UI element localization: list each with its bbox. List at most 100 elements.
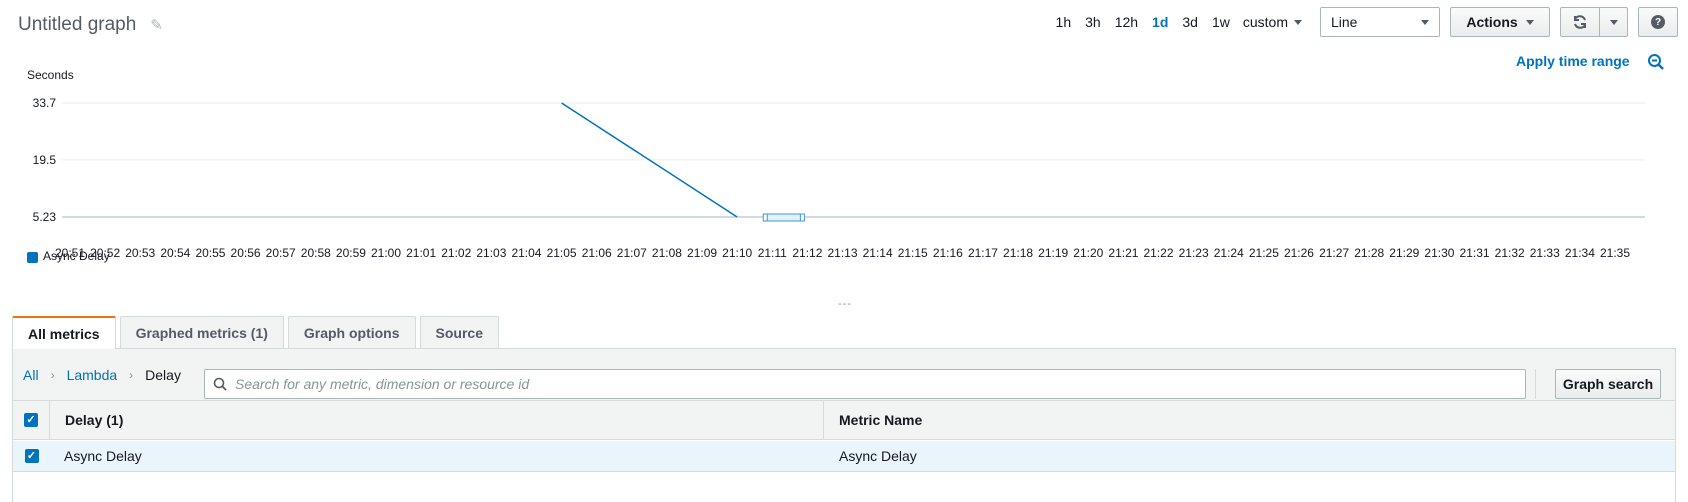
- x-tick-label: 21:13: [827, 246, 857, 260]
- select-all-cell: ✓: [13, 401, 50, 439]
- graph-title-text: Untitled graph: [18, 14, 137, 35]
- x-tick-label: 21:32: [1495, 246, 1525, 260]
- actions-label: Actions: [1466, 14, 1518, 30]
- tab-graph-options[interactable]: Graph options: [287, 316, 416, 348]
- metrics-tabs: All metrics Graphed metrics (1) Graph op…: [12, 316, 499, 349]
- x-tick-label: 21:10: [722, 246, 752, 260]
- select-all-checkbox[interactable]: ✓: [24, 413, 38, 427]
- tab-source[interactable]: Source: [419, 316, 499, 348]
- y-axis-label: Seconds: [27, 68, 74, 82]
- x-tick-label: 21:04: [511, 246, 541, 260]
- caret-down-icon: [1609, 19, 1618, 25]
- x-tick-label: 21:33: [1530, 246, 1560, 260]
- pencil-icon[interactable]: ✎: [150, 16, 163, 34]
- time-range-selector: 1h 3h 12h 1d 3d 1w custom: [1049, 14, 1308, 30]
- refresh-interval-dropdown[interactable]: [1600, 7, 1628, 37]
- graph-type-value: Line: [1331, 14, 1358, 30]
- x-tick-label: 21:35: [1600, 246, 1630, 260]
- metric-search-field[interactable]: [204, 369, 1526, 399]
- x-tick-label: 20:59: [336, 246, 366, 260]
- chevron-right-icon: ›: [129, 368, 134, 382]
- metrics-browser: All › Lambda › Delay Graph search ✓ Dela…: [12, 348, 1676, 502]
- x-tick-label: 21:08: [652, 246, 682, 260]
- graph-toolbar: 1h 3h 12h 1d 3d 1w custom Line Actions ?: [1049, 7, 1688, 37]
- range-1h[interactable]: 1h: [1049, 14, 1079, 30]
- x-tick-label: 21:22: [1144, 246, 1174, 260]
- range-12h[interactable]: 12h: [1108, 14, 1145, 30]
- resize-handle[interactable]: ---: [838, 298, 852, 310]
- brush-handle-right: [799, 213, 805, 222]
- chevron-right-icon: ›: [50, 368, 55, 382]
- help-icon: ?: [1651, 15, 1665, 29]
- line-chart[interactable]: Seconds33.719.55.2320:51 20:52 20:53 20:54 2…: [0, 60, 1688, 290]
- x-tick-label: 21:01: [406, 246, 436, 260]
- range-3h[interactable]: 3h: [1078, 14, 1108, 30]
- x-tick-label: 21:14: [863, 246, 893, 260]
- x-tick-label: 21:31: [1460, 246, 1490, 260]
- x-tick-label: 20:56: [231, 246, 261, 260]
- breadcrumb-all[interactable]: All: [23, 367, 39, 383]
- x-tick-label: 21:24: [1214, 246, 1244, 260]
- y-tick-label: 19.5: [33, 153, 57, 167]
- x-tick-label: 20:58: [301, 246, 331, 260]
- x-tick-label: 21:00: [371, 246, 401, 260]
- x-tick-label: 21:06: [582, 246, 612, 260]
- column-header-delay[interactable]: Delay (1): [50, 401, 824, 439]
- search-icon: [213, 377, 227, 391]
- tab-graphed-metrics[interactable]: Graphed metrics (1): [119, 316, 284, 348]
- x-tick-label: 21:16: [933, 246, 963, 260]
- x-tick-label: 21:17: [968, 246, 998, 260]
- x-tick-label: 21:25: [1249, 246, 1279, 260]
- x-tick-label: 21:21: [1108, 246, 1138, 260]
- x-tick-label: 21:11: [758, 246, 787, 260]
- metrics-search-bar: All › Lambda › Delay Graph search: [13, 349, 1675, 401]
- graph-type-select[interactable]: Line: [1320, 7, 1440, 37]
- x-tick-label: 21:34: [1565, 246, 1595, 260]
- caret-down-icon: [1294, 19, 1302, 25]
- x-tick-label: 21:05: [547, 246, 577, 260]
- x-tick-label: 21:15: [898, 246, 928, 260]
- x-tick-label: 21:29: [1389, 246, 1419, 260]
- x-tick-label: 21:02: [441, 246, 471, 260]
- x-tick-label: 20:57: [266, 246, 296, 260]
- range-1w[interactable]: 1w: [1205, 14, 1237, 30]
- refresh-button[interactable]: [1560, 7, 1600, 37]
- brush-handle-left: [762, 213, 768, 222]
- x-tick-label: 21:28: [1354, 246, 1384, 260]
- metric-search-input[interactable]: [235, 376, 1515, 392]
- y-tick-label: 33.7: [33, 96, 57, 110]
- range-custom-label: custom: [1242, 14, 1288, 30]
- x-tick-label: 21:12: [792, 246, 822, 260]
- x-tick-label: 21:20: [1073, 246, 1103, 260]
- x-tick-label: 20:55: [195, 246, 225, 260]
- y-tick-label: 5.23: [33, 210, 57, 224]
- breadcrumb-lambda[interactable]: Lambda: [67, 367, 118, 383]
- x-tick-label: 21:07: [617, 246, 647, 260]
- breadcrumb: All › Lambda › Delay: [23, 349, 181, 401]
- x-tick-label: 21:18: [1003, 246, 1033, 260]
- x-tick-label: 21:30: [1424, 246, 1454, 260]
- range-custom[interactable]: custom: [1237, 14, 1308, 30]
- table-row[interactable]: ✓ Async Delay Async Delay: [13, 441, 1675, 472]
- x-tick-label: 21:03: [476, 246, 506, 260]
- actions-button[interactable]: Actions: [1450, 7, 1550, 37]
- x-tick-label: 21:26: [1284, 246, 1314, 260]
- legend-label: Async Delay: [43, 249, 110, 263]
- legend-swatch: [27, 252, 38, 263]
- row-checkbox[interactable]: ✓: [24, 449, 39, 463]
- x-tick-label: 20:53: [125, 246, 155, 260]
- x-tick-label: 21:19: [1038, 246, 1068, 260]
- range-1d[interactable]: 1d: [1145, 14, 1175, 30]
- search-divider: [1535, 369, 1536, 399]
- column-header-metric-name[interactable]: Metric Name: [824, 401, 922, 439]
- graph-search-button[interactable]: Graph search: [1555, 369, 1661, 399]
- refresh-icon: [1574, 15, 1586, 29]
- range-3d[interactable]: 3d: [1175, 14, 1205, 30]
- graph-title: Untitled graph ✎: [18, 14, 163, 36]
- time-selection-brush: [763, 213, 804, 222]
- help-button[interactable]: ?: [1638, 7, 1678, 37]
- x-tick-label: 21:09: [687, 246, 717, 260]
- tab-all-metrics[interactable]: All metrics: [12, 316, 116, 349]
- row-check-cell: ✓: [13, 441, 50, 471]
- row-metric-name-cell: Async Delay: [839, 448, 917, 464]
